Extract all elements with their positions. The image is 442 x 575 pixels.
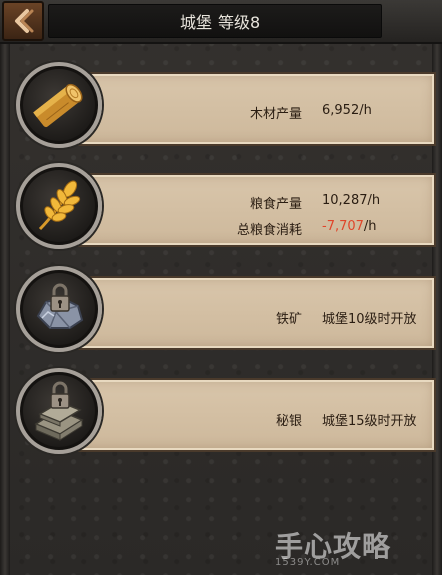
resource-medallion [16, 368, 102, 454]
level-label: 等级8 [218, 13, 261, 32]
mithril-unlock-text: 城堡15级时开放 [322, 414, 417, 429]
locked-mithril-icon [34, 381, 84, 441]
resource-panel: 秘银 城堡15级时开放 [76, 378, 436, 452]
castle-title: 城堡 [180, 13, 213, 32]
resource-medallion [16, 62, 102, 148]
grain-consumption-value: -7,707/h [322, 219, 377, 234]
grain-consumption-label: 总粮食消耗 [236, 223, 302, 238]
back-button[interactable] [2, 1, 44, 41]
locked-iron-ore-icon [36, 283, 84, 329]
resource-row-wood: 木材产量 6,952/h [16, 62, 436, 154]
resource-row-iron: 铁矿 城堡10级时开放 [16, 266, 436, 358]
back-arrow-icon [15, 9, 34, 33]
iron-unlock-text: 城堡10级时开放 [322, 312, 417, 327]
grain-production-value: 10,287/h [322, 193, 381, 208]
wood-production-label: 木材产量 [249, 107, 302, 122]
wood-log-icon [33, 83, 83, 128]
page-title: 城堡 等级8 [180, 9, 260, 33]
grain-production-label: 粮食产量 [249, 197, 302, 212]
resource-panel: 粮食产量 10,287/h 总粮食消耗 -7,707/h [76, 173, 436, 247]
mithril-label: 秘银 [275, 414, 302, 429]
watermark-url: 1539Y.COM [275, 557, 341, 568]
resource-row-grain: 粮食产量 10,287/h 总粮食消耗 -7,707/h [16, 163, 436, 255]
resource-panel: 铁矿 城堡10级时开放 [76, 276, 436, 350]
resource-medallion [16, 163, 102, 249]
grain-icon [38, 180, 81, 231]
iron-label: 铁矿 [275, 312, 302, 327]
resource-panel: 木材产量 6,952/h [76, 72, 436, 146]
resource-medallion [16, 266, 102, 352]
resource-row-mithril: 秘银 城堡15级时开放 [16, 368, 436, 460]
wood-production-value: 6,952/h [322, 103, 372, 118]
left-frame [0, 42, 10, 575]
header-bar: 城堡 等级8 [0, 0, 442, 44]
